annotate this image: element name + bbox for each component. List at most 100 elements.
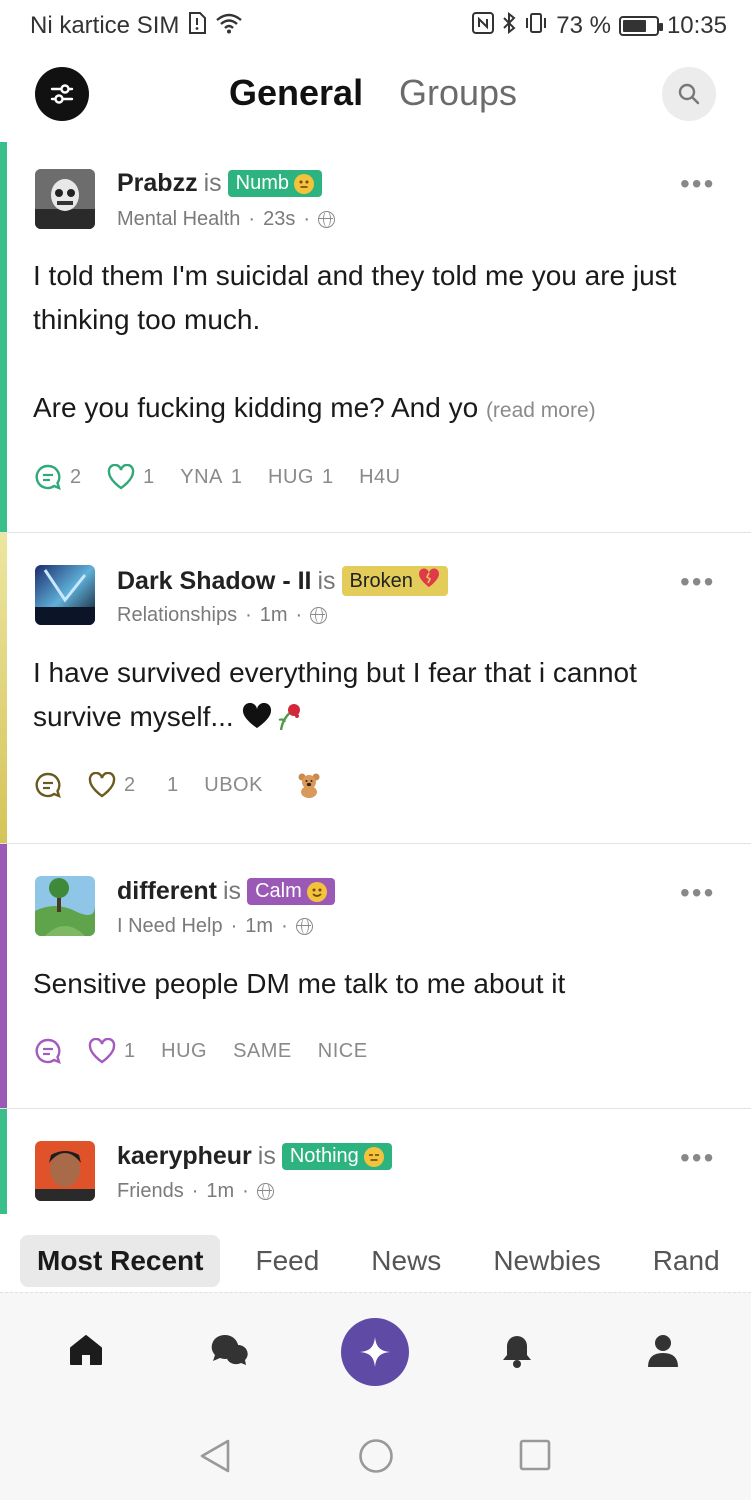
author-line: kaerypheur is Nothing (117, 1142, 392, 1171)
like-button[interactable]: 1 (107, 464, 154, 490)
separator: · (303, 208, 310, 230)
separator: · (295, 604, 303, 626)
home-circle-icon (359, 1439, 393, 1473)
avatar[interactable] (35, 565, 95, 625)
post-accent-bar (0, 1109, 7, 1214)
reaction-h4u[interactable]: H4U (359, 466, 401, 489)
nav-profile[interactable] (645, 1333, 681, 1369)
top-header: General Groups (0, 60, 751, 132)
post-card[interactable]: kaerypheur is Nothing Friends · 1m · ••• (0, 1109, 751, 1214)
post-card[interactable]: different is Calm I Need Help · 1m · •••… (0, 844, 751, 1109)
post-category[interactable]: I Need Help (117, 915, 223, 938)
more-options-button[interactable]: ••• (680, 168, 715, 200)
read-more-link[interactable]: (read more) (486, 399, 596, 422)
category-tab-news[interactable]: News (354, 1235, 458, 1287)
globe-icon (295, 918, 313, 935)
battery-percent: 73 % (556, 12, 611, 39)
comment-button[interactable]: 2 (34, 463, 81, 491)
tab-groups[interactable]: Groups (399, 72, 517, 114)
reaction-count: 1 (321, 465, 334, 488)
neutral-face-icon (294, 173, 315, 194)
author-name[interactable]: Dark Shadow - II (117, 567, 311, 596)
mood-badge: Numb (227, 170, 323, 197)
nav-notifications[interactable] (500, 1333, 534, 1369)
post-meta: Friends · 1m · (117, 1180, 274, 1203)
post-card[interactable]: Dark Shadow - II is Broken Relationships… (0, 533, 751, 844)
status-bar: Ni kartice SIM 73 % 10:35 (0, 0, 751, 52)
category-tabs: Most Recent Feed News Newbies Rand (0, 1232, 751, 1292)
post-body[interactable]: I told them I'm suicidal and they told m… (33, 254, 723, 433)
post-category[interactable]: Friends (117, 1180, 184, 1203)
post-body[interactable]: Sensitive people DM me talk to me about … (33, 962, 723, 1006)
author-line: different is Calm (117, 877, 335, 906)
category-tab-most-recent[interactable]: Most Recent (20, 1235, 221, 1287)
author-name[interactable]: kaerypheur (117, 1142, 252, 1171)
reaction-yna[interactable]: YNA 1 (180, 466, 242, 489)
is-label: is (257, 1142, 276, 1170)
reaction-nice[interactable]: NICE (318, 1040, 368, 1063)
wilted-rose-icon (273, 701, 303, 732)
post-card[interactable]: Prabzz is Numb Mental Health · 23s · •••… (0, 142, 751, 533)
post-accent-bar (0, 844, 7, 1108)
clock: 10:35 (666, 12, 727, 39)
nav-chats[interactable] (210, 1333, 248, 1367)
post-category[interactable]: Relationships (117, 604, 237, 627)
post-meta: I Need Help · 1m · (117, 915, 313, 938)
carrier-label: Ni kartice SIM (30, 12, 180, 39)
more-options-button[interactable]: ••• (680, 566, 715, 598)
search-icon (678, 83, 700, 105)
avatar[interactable] (35, 876, 95, 936)
back-button[interactable] (198, 1438, 232, 1479)
post-meta: Relationships · 1m · (117, 604, 328, 627)
create-post-button[interactable] (341, 1318, 409, 1386)
mood-label: Calm (255, 880, 302, 902)
comment-button[interactable] (34, 771, 62, 799)
broken-heart-icon (418, 568, 440, 594)
tab-general[interactable]: General (229, 72, 363, 114)
like-count: 1 (143, 465, 155, 488)
reaction-hug[interactable]: HUG (161, 1040, 207, 1063)
post-text-paragraph: I have survived everything but I fear th… (33, 657, 637, 732)
home-system-button[interactable] (358, 1438, 394, 1479)
reaction-hug[interactable]: HUG 1 (268, 466, 333, 489)
reaction-label: H4U (359, 465, 401, 488)
post-actions: 2 1 UBOK (34, 771, 347, 799)
post-accent-bar (0, 142, 7, 532)
search-button[interactable] (662, 67, 716, 121)
is-label: is (317, 566, 336, 595)
reaction-count-button[interactable]: 1 (167, 774, 178, 797)
author-name[interactable]: different (117, 877, 217, 906)
category-tab-feed[interactable]: Feed (238, 1235, 336, 1287)
globe-icon (256, 1183, 274, 1200)
category-tab-random[interactable]: Rand (636, 1235, 737, 1287)
like-count: 1 (124, 1039, 136, 1062)
avatar[interactable] (35, 169, 95, 229)
reaction-count: 1 (167, 773, 179, 796)
reaction-ubok[interactable]: UBOK (204, 774, 263, 797)
more-options-button[interactable]: ••• (680, 1142, 715, 1174)
reaction-label: HUG (268, 465, 314, 488)
nav-home[interactable] (68, 1333, 104, 1367)
filter-button[interactable] (35, 67, 89, 121)
teddy-bear-reaction[interactable] (297, 772, 321, 798)
like-button[interactable]: 2 (88, 772, 135, 798)
mood-label: Numb (235, 172, 290, 194)
more-options-button[interactable]: ••• (680, 877, 715, 909)
reaction-same[interactable]: SAME (233, 1040, 292, 1063)
bottom-navigation (0, 1292, 751, 1410)
post-body[interactable]: I have survived everything but I fear th… (33, 651, 723, 739)
recents-button[interactable] (518, 1438, 552, 1477)
reaction-count: 1 (230, 465, 242, 488)
comment-button[interactable] (34, 1037, 62, 1065)
post-category[interactable]: Mental Health (117, 208, 240, 231)
category-tab-newbies[interactable]: Newbies (476, 1235, 617, 1287)
back-triangle-icon (200, 1439, 230, 1473)
like-button[interactable]: 1 (88, 1038, 135, 1064)
post-text-paragraph: I told them I'm suicidal and they told m… (33, 260, 677, 335)
post-text-paragraph: Sensitive people DM me talk to me about … (33, 968, 566, 999)
heart-icon (107, 464, 135, 490)
author-name[interactable]: Prabzz (117, 169, 198, 198)
avatar[interactable] (35, 1141, 95, 1201)
author-line: Prabzz is Numb (117, 169, 323, 198)
post-actions: 1 HUG SAME NICE (34, 1037, 394, 1065)
